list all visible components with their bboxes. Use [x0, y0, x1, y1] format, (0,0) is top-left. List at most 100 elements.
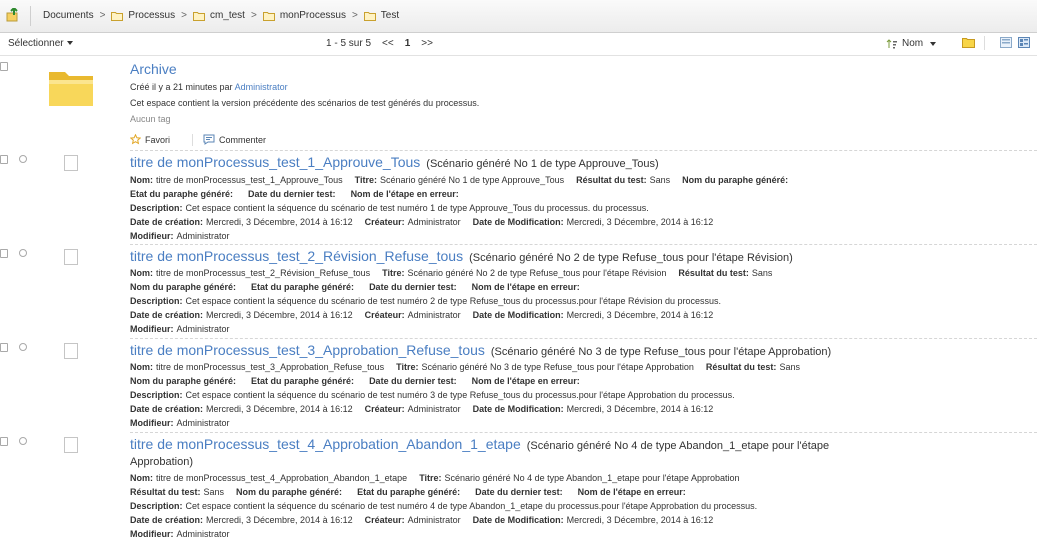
row-checkbox[interactable]: [0, 437, 8, 446]
meta-line: Date de création: Mercredi, 3 Décembre, 2…: [130, 310, 713, 320]
folder-icon: [192, 11, 205, 21]
meta-label: Résultat du test:: [576, 175, 647, 185]
document-icon[interactable]: [64, 249, 78, 265]
meta-label: Créateur:: [364, 217, 405, 227]
breadcrumb-documents[interactable]: Documents: [43, 10, 94, 21]
meta-value: Sans: [649, 175, 671, 185]
chevron-down-icon: [66, 41, 73, 46]
document-icon[interactable]: [64, 155, 78, 171]
favorite-action[interactable]: Favori: [130, 134, 170, 145]
list-view-icon[interactable]: [1000, 37, 1012, 51]
item-title-link[interactable]: titre de monProcessus_test_3_Approbation…: [130, 342, 831, 358]
action-separator: [192, 134, 193, 146]
comment-icon: [203, 134, 215, 145]
sort-menu-button[interactable]: Nom: [886, 38, 937, 49]
list-item: titre de monProcessus_test_4_Approbation…: [0, 432, 1037, 547]
meta-label: Modifieur:: [130, 324, 174, 334]
breadcrumb-processus[interactable]: Processus: [111, 10, 175, 21]
meta-label: Date du dernier test:: [369, 376, 457, 386]
row-checkbox[interactable]: [0, 155, 8, 164]
breadcrumb: Documents > Processus > cm_test > monPro…: [43, 10, 399, 21]
breadcrumb-label: monProcessus: [279, 10, 346, 21]
meta-label: Nom de l'étape en erreur:: [350, 189, 459, 199]
meta-value: Mercredi, 3 Décembre, 2014 à 16:12: [206, 310, 353, 320]
meta-label: Date de Modification:: [472, 217, 564, 227]
meta-label: Nom du paraphe généré:: [130, 376, 237, 386]
meta-line: Nom du paraphe généré: Etat du paraphe gé…: [130, 282, 583, 292]
meta-label: Titre:: [382, 268, 405, 278]
item-title-link[interactable]: titre de monProcessus_test_2_Révision_Re…: [130, 248, 793, 264]
row-radio[interactable]: [19, 249, 27, 257]
meta-label: Nom:: [130, 268, 153, 278]
meta-value: Administrator: [407, 404, 461, 414]
meta-label: Nom:: [130, 362, 153, 372]
breadcrumb-test[interactable]: Test: [363, 10, 400, 21]
list-item-archive: Archive Créé il y a 21 minutes par Admin…: [0, 56, 1037, 150]
row-radio[interactable]: [19, 437, 27, 445]
row-checkbox[interactable]: [0, 343, 8, 352]
row-checkbox[interactable]: [0, 249, 8, 258]
item-subtitle: (Scénario généré No 3 de type Refuse_tou…: [490, 346, 832, 358]
meta-label: Date de création:: [130, 515, 204, 525]
favorite-label: Favori: [145, 134, 171, 145]
pager-previous[interactable]: <<: [382, 38, 394, 49]
meta-value: Cet espace contient la séquence du scéna…: [185, 203, 649, 213]
created-prefix: Créé il y a 21 minutes par: [130, 82, 233, 92]
list-toolbar: Sélectionner 1 - 5 sur 5 << 1 >> Nom: [0, 33, 1037, 56]
item-title: titre de monProcessus_test_1_Approuve_To…: [130, 154, 421, 170]
pager-next[interactable]: >>: [421, 38, 433, 49]
item-title: titre de monProcessus_test_4_Approbation…: [130, 436, 521, 452]
toolbar-separator: [30, 6, 31, 26]
meta-line: Nom: titre de monProcessus_test_2_Révisio…: [130, 268, 772, 278]
meta-value: Cet espace contient la séquence du scéna…: [185, 296, 722, 306]
meta-line: Modifieur: Administrator: [130, 231, 230, 241]
meta-line: Nom du paraphe généré: Etat du paraphe gé…: [130, 376, 583, 386]
meta-label: Résultat du test:: [678, 268, 749, 278]
star-icon: [130, 134, 141, 145]
meta-value: Administrator: [176, 231, 230, 241]
item-title: titre de monProcessus_test_3_Approbation…: [130, 342, 485, 358]
folder-icon: [363, 11, 376, 21]
row-radio[interactable]: [19, 343, 27, 351]
meta-label: Titre:: [354, 175, 377, 185]
item-subtitle-continued: Approbation): [130, 456, 193, 468]
meta-value: Administrator: [176, 324, 230, 334]
list-item: titre de monProcessus_test_3_Approbation…: [0, 338, 1037, 432]
meta-label: Modifieur:: [130, 418, 174, 428]
meta-label: Etat du paraphe généré:: [357, 487, 461, 497]
navigate-up-icon[interactable]: [6, 6, 22, 22]
meta-value: Mercredi, 3 Décembre, 2014 à 16:12: [566, 217, 714, 227]
row-checkbox[interactable]: [0, 62, 8, 71]
new-folder-icon[interactable]: [962, 37, 975, 51]
breadcrumb-label: Test: [380, 10, 400, 21]
item-title-link[interactable]: titre de monProcessus_test_1_Approuve_To…: [130, 154, 659, 170]
meta-line: Etat du paraphe généré: Date du dernier t…: [130, 189, 462, 199]
document-icon[interactable]: [64, 343, 78, 359]
meta-line: Résultat du test: Sans Nom du paraphe géné…: [130, 487, 689, 497]
pager-current-page[interactable]: 1: [405, 38, 411, 49]
meta-value: Administrator: [176, 418, 230, 428]
item-title-link[interactable]: titre de monProcessus_test_4_Approbation…: [130, 436, 829, 452]
meta-label: Etat du paraphe généré:: [251, 282, 355, 292]
folder-icon[interactable]: [47, 64, 95, 111]
comment-action[interactable]: Commenter: [203, 134, 266, 145]
meta-label: Créateur:: [364, 515, 405, 525]
comment-label: Commenter: [219, 134, 267, 145]
meta-line: Description: Cet espace contient la séque…: [130, 501, 757, 511]
meta-label: Nom du paraphe généré:: [236, 487, 343, 497]
breadcrumb-separator: >: [351, 10, 358, 21]
meta-line: Nom: titre de monProcessus_test_3_Approba…: [130, 362, 800, 372]
meta-line: Nom: titre de monProcessus_test_1_Approuv…: [130, 175, 791, 185]
creator-link[interactable]: Administrator: [235, 82, 288, 92]
document-icon[interactable]: [64, 437, 78, 453]
meta-value: titre de monProcessus_test_1_Approuve_To…: [156, 175, 343, 185]
meta-value: Cet espace contient la séquence du scéna…: [185, 390, 735, 400]
breadcrumb-cm-test[interactable]: cm_test: [192, 10, 245, 21]
meta-label: Date du dernier test:: [475, 487, 563, 497]
row-radio[interactable]: [19, 155, 27, 163]
select-menu-button[interactable]: Sélectionner: [8, 38, 73, 49]
breadcrumb-monprocessus[interactable]: monProcessus: [262, 10, 346, 21]
item-title-link[interactable]: Archive: [130, 61, 177, 77]
row-divider: [130, 244, 1037, 245]
detail-view-icon[interactable]: [1018, 37, 1030, 51]
